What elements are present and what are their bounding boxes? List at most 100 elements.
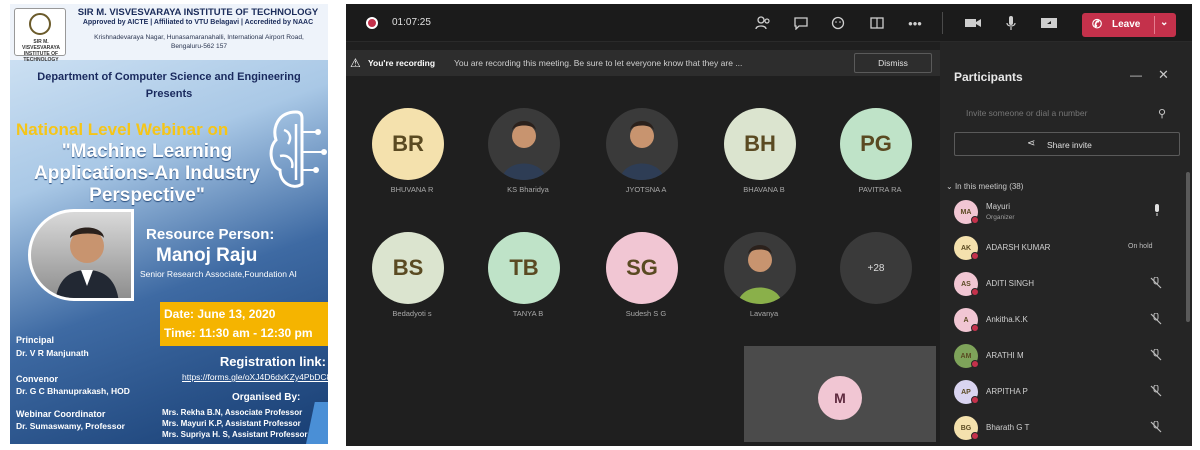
video-tile[interactable]: BR BHUVANA R (372, 108, 444, 194)
leave-label: Leave (1112, 19, 1141, 30)
recording-banner: ⚠ You're recording You are recording thi… (346, 50, 940, 76)
participant-row[interactable]: BG Bharath G T (954, 414, 1184, 442)
participant-name: Mayuri (986, 202, 1011, 211)
more-icon[interactable]: ••• (904, 13, 926, 33)
participant-avatar: TB (488, 232, 560, 304)
share-invite-label: Share invite (1047, 140, 1092, 150)
webinar-date: Date: June 13, 2020 (164, 307, 276, 321)
participant-name: Bharath G T (986, 423, 1030, 432)
logo-caption: SIR M. VISVESVARAYA INSTITUTE OF TECHNOL… (22, 39, 60, 63)
mic-off-icon (1150, 348, 1162, 364)
tile-name: TANYA B (512, 309, 544, 318)
mic-off-icon (1150, 384, 1162, 400)
mic-off-icon (1150, 420, 1162, 436)
organised-by-label: Organised By: (232, 392, 301, 403)
meeting-timer: 01:07:25 (392, 17, 431, 28)
video-tile[interactable]: JYOTSNA A (606, 108, 678, 194)
participant-row[interactable]: AP ARPITHA P (954, 378, 1184, 406)
chat-icon[interactable] (790, 13, 812, 33)
dismiss-button[interactable]: Dismiss (854, 53, 932, 73)
camera-icon[interactable] (962, 13, 984, 33)
invite-search-input[interactable] (954, 102, 1184, 124)
share-icon: ⋖ (1027, 138, 1036, 149)
chevron-down-icon[interactable]: ⌄ (1160, 17, 1168, 28)
tile-name: KS Bharidya (507, 185, 549, 194)
title-line-2: Applications-An Industry (34, 163, 260, 185)
participant-row[interactable]: A Ankitha.K.K (954, 306, 1184, 334)
recording-icon (366, 17, 378, 29)
address-line-2: Bengaluru-562 157 (170, 42, 228, 50)
registration-label: Registration link: (219, 354, 326, 369)
tile-name: PAVITRA RA (858, 185, 902, 194)
self-view[interactable]: M (744, 346, 936, 442)
poster-header: SIR M. VISVESVARAYA INSTITUTE OF TECHNOL… (10, 4, 328, 63)
in-meeting-header[interactable]: ⌄ In this meeting (38) (946, 182, 1023, 191)
close-icon[interactable]: ✕ (1158, 67, 1169, 83)
participant-avatar (606, 108, 678, 180)
banner-message: You are recording this meeting. Be sure … (454, 58, 743, 68)
participant-avatar: BR (372, 108, 444, 180)
share-invite-button[interactable]: ⋖ Share invite (954, 132, 1180, 156)
reactions-icon[interactable] (828, 13, 850, 33)
video-tile[interactable]: BH BHAVANA B (724, 108, 796, 194)
video-tile[interactable]: SG Sudesh S G (606, 232, 678, 318)
participant-avatar: SG (606, 232, 678, 304)
status-badge (971, 432, 979, 440)
webinar-poster: SIR M. VISVESVARAYA INSTITUTE OF TECHNOL… (10, 4, 328, 444)
convenor-name: Dr. G C Bhanuprakash, HOD (16, 386, 130, 396)
search-icon[interactable]: ⚲ (1158, 107, 1166, 120)
tile-name: BHAVANA B (743, 185, 785, 194)
coordinator-label: Webinar Coordinator (16, 409, 106, 419)
in-meeting-count: In this meeting (38) (954, 182, 1024, 191)
tile-name: JYOTSNA A (625, 185, 667, 194)
video-tile[interactable]: BS Bedadyoti s (372, 232, 444, 318)
status-badge (971, 252, 979, 260)
mic-on-icon (1152, 204, 1162, 219)
participant-row[interactable]: AS ADITI SINGH (954, 270, 1184, 298)
participant-avatar: BS (372, 232, 444, 304)
rooms-icon[interactable] (866, 13, 888, 33)
participant-name: ARPITHA P (986, 387, 1028, 396)
participant-avatar: PG (840, 108, 912, 180)
banner-title: You're recording (368, 58, 436, 68)
participants-icon[interactable] (752, 13, 774, 33)
participant-row[interactable]: AM ARATHI M (954, 342, 1184, 370)
webinar-title: "Machine Learning Applications-An Indust… (16, 141, 278, 208)
participant-avatar (488, 108, 560, 180)
participant-name: ADITI SINGH (986, 279, 1035, 288)
video-tile[interactable]: +28 (840, 232, 912, 304)
participant-row[interactable]: AK ADARSH KUMAR On hold (954, 234, 1184, 262)
registration-link[interactable]: https://forms.gle/oXJ4D6dxKZy4PbDC8 (182, 372, 328, 382)
toolbar-divider (942, 12, 943, 34)
leave-button[interactable]: ✆ Leave ⌄ (1082, 13, 1176, 37)
participants-panel: Participants — ✕ ⚲ ⋖ Share invite ⌄ In t… (940, 42, 1192, 446)
coordinator-name: Dr. Sumaswamy, Professor (16, 421, 125, 431)
participant-role: Organizer (986, 214, 1015, 221)
video-tile[interactable]: TB TANYA B (488, 232, 560, 318)
institute-name: SIR M. VISVESVARAYA INSTITUTE OF TECHNOL… (77, 7, 319, 18)
participant-avatar (724, 232, 796, 304)
video-tile[interactable]: PG PAVITRA RA (840, 108, 912, 194)
institute-approval: Approved by AICTE | Affiliated to VTU Be… (82, 19, 314, 26)
participants-title: Participants (954, 70, 1023, 84)
resource-person-role: Senior Research Associate,Foundation AI (140, 269, 297, 279)
tile-name: BHUVANA R (390, 185, 434, 194)
mic-icon[interactable] (1000, 13, 1022, 33)
convenor-label: Convenor (16, 374, 59, 384)
video-tile[interactable]: KS Bharidya (488, 108, 560, 194)
participant-name: ARATHI M (986, 351, 1024, 360)
phone-hangup-icon: ✆ (1092, 17, 1103, 31)
video-tile[interactable]: Lavanya (724, 232, 796, 318)
webinar-label: National Level Webinar on (16, 120, 229, 139)
mic-off-icon (1150, 276, 1162, 292)
tile-name: Sudesh S G (625, 309, 667, 318)
organiser-3: Mrs. Supriya H. S, Assistant Professor (162, 430, 308, 439)
status-badge (971, 324, 979, 332)
panel-scrollbar[interactable] (1186, 172, 1190, 322)
resource-person-label: Resource Person: (146, 226, 275, 243)
minimize-icon[interactable]: — (1130, 68, 1142, 82)
status-badge (971, 396, 979, 404)
principal-label: Principal (16, 335, 55, 345)
participant-row[interactable]: MA Mayuri Organizer (954, 198, 1184, 226)
share-screen-icon[interactable] (1038, 13, 1060, 33)
